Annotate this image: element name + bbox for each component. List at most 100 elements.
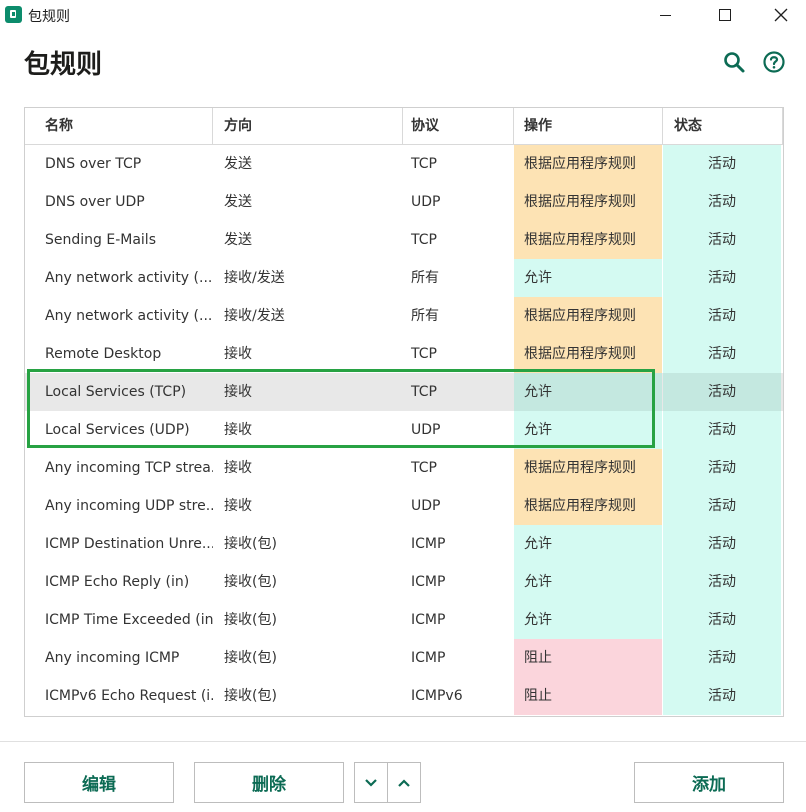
rule-name-cell: DNS over UDP xyxy=(45,194,145,210)
rule-name-cell: Any network activity (... xyxy=(45,270,213,286)
state-cell: 活动 xyxy=(663,525,781,563)
direction-cell: 发送 xyxy=(224,232,252,248)
table-header: 名称 方向 协议 操作 状态 xyxy=(25,108,783,145)
rule-name-cell: Any network activity (... xyxy=(45,308,213,324)
direction-cell: 接收(包) xyxy=(224,612,277,628)
table-row[interactable]: ICMPv6 Echo Request (i... 接收(包) ICMPv6 阻止 活动 xyxy=(25,677,783,715)
table-row[interactable]: Remote Desktop 接收 TCP 根据应用程序规则 活动 xyxy=(25,335,783,373)
action-cell: 允许 xyxy=(514,373,662,411)
protocol-cell: TCP xyxy=(411,156,437,172)
state-cell: 活动 xyxy=(663,601,781,639)
protocol-cell: UDP xyxy=(411,498,441,514)
protocol-cell: ICMP xyxy=(411,536,446,552)
table-row[interactable]: DNS over UDP 发送 UDP 根据应用程序规则 活动 xyxy=(25,183,783,221)
table-row[interactable]: Any network activity (... 接收/发送 所有 根据应用程序规则… xyxy=(25,297,783,335)
add-button[interactable]: 添加 xyxy=(634,762,784,803)
direction-cell: 接收(包) xyxy=(224,688,277,704)
protocol-cell: TCP xyxy=(411,232,437,248)
delete-button[interactable]: 删除 xyxy=(194,762,344,803)
rule-name-cell: Remote Desktop xyxy=(45,346,162,362)
rule-name-cell: Any incoming TCP strea... xyxy=(45,460,213,476)
search-icon xyxy=(724,52,745,73)
table-row[interactable]: ICMP Time Exceeded (in) 接收(包) ICMP 允许 活动 xyxy=(25,601,783,639)
action-cell: 允许 xyxy=(514,563,662,601)
column-header-state[interactable]: 状态 xyxy=(663,108,783,145)
direction-cell: 接收 xyxy=(224,498,252,514)
table-row[interactable]: Any incoming UDP stre... 接收 UDP 根据应用程序规则 活动 xyxy=(25,487,783,525)
column-header-name[interactable]: 名称 xyxy=(25,108,213,145)
packet-rules-table: 名称 方向 协议 操作 状态 DNS over TCP 发送 TCP 根据应用程序规则… xyxy=(24,107,784,717)
rule-name-cell: Local Services (TCP) xyxy=(45,384,187,400)
direction-cell: 接收 xyxy=(224,384,252,400)
protocol-cell: 所有 xyxy=(411,308,439,324)
state-cell: 活动 xyxy=(663,677,781,715)
page-title: 包规则 xyxy=(24,50,103,80)
action-cell: 阻止 xyxy=(514,677,662,715)
table-row[interactable]: ICMP Echo Reply (in) 接收(包) ICMP 允许 活动 xyxy=(25,563,783,601)
rule-name-cell: ICMP Time Exceeded (in) xyxy=(45,612,213,628)
close-button[interactable] xyxy=(758,0,804,30)
rule-name-cell: Any incoming ICMP xyxy=(45,650,180,666)
direction-cell: 接收/发送 xyxy=(224,308,285,324)
rule-name-cell: Local Services (UDP) xyxy=(45,422,190,438)
rule-name-cell: ICMPv6 Echo Request (i... xyxy=(45,688,213,704)
table-row[interactable]: DNS over TCP 发送 TCP 根据应用程序规则 活动 xyxy=(25,145,783,183)
direction-cell: 接收 xyxy=(224,460,252,476)
state-cell: 活动 xyxy=(663,563,781,601)
close-icon xyxy=(774,8,788,22)
state-cell: 活动 xyxy=(663,411,781,449)
action-cell: 根据应用程序规则 xyxy=(514,145,662,183)
state-cell: 活动 xyxy=(663,297,781,335)
direction-cell: 接收 xyxy=(224,422,252,438)
action-cell: 根据应用程序规则 xyxy=(514,297,662,335)
direction-cell: 接收/发送 xyxy=(224,270,285,286)
direction-cell: 发送 xyxy=(224,156,252,172)
app-logo-icon xyxy=(5,6,22,23)
column-header-protocol[interactable]: 协议 xyxy=(403,108,514,145)
search-button[interactable] xyxy=(722,50,746,74)
table-row[interactable]: Any network activity (... 接收/发送 所有 允许 活动 xyxy=(25,259,783,297)
table-row[interactable]: ICMP Destination Unre... 接收(包) ICMP 允许 活动 xyxy=(25,525,783,563)
protocol-cell: TCP xyxy=(411,346,437,362)
action-cell: 允许 xyxy=(514,259,662,297)
table-row[interactable]: Local Services (TCP) 接收 TCP 允许 活动 xyxy=(25,373,783,411)
table-row[interactable]: Any incoming ICMP 接收(包) ICMP 阻止 活动 xyxy=(25,639,783,677)
minimize-icon xyxy=(659,14,671,16)
help-button[interactable] xyxy=(762,50,786,74)
minimize-button[interactable] xyxy=(642,0,688,30)
column-header-direction[interactable]: 方向 xyxy=(213,108,403,145)
maximize-button[interactable] xyxy=(702,0,748,30)
state-cell: 活动 xyxy=(663,145,781,183)
table-row[interactable]: Any incoming TCP strea... 接收 TCP 根据应用程序规则 活动 xyxy=(25,449,783,487)
direction-cell: 接收(包) xyxy=(224,536,277,552)
direction-cell: 接收(包) xyxy=(224,650,277,666)
protocol-cell: TCP xyxy=(411,384,437,400)
state-cell: 活动 xyxy=(663,639,781,677)
state-cell: 活动 xyxy=(663,449,781,487)
action-cell: 根据应用程序规则 xyxy=(514,449,662,487)
title-bar: 包规则 xyxy=(0,0,806,30)
move-up-button[interactable] xyxy=(387,762,421,803)
help-icon xyxy=(763,51,785,73)
action-cell: 阻止 xyxy=(514,639,662,677)
protocol-cell: ICMP xyxy=(411,574,446,590)
edit-button[interactable]: 编辑 xyxy=(24,762,174,803)
rule-name-cell: ICMP Echo Reply (in) xyxy=(45,574,190,590)
protocol-cell: 所有 xyxy=(411,270,439,286)
action-cell: 允许 xyxy=(514,525,662,563)
state-cell: 活动 xyxy=(663,259,781,297)
protocol-cell: ICMP xyxy=(411,612,446,628)
action-cell: 允许 xyxy=(514,601,662,639)
direction-cell: 接收 xyxy=(224,346,252,362)
direction-cell: 接收(包) xyxy=(224,574,277,590)
maximize-icon xyxy=(719,9,731,21)
table-row[interactable]: Local Services (UDP) 接收 UDP 允许 活动 xyxy=(25,411,783,449)
column-header-action[interactable]: 操作 xyxy=(514,108,663,145)
protocol-cell: TCP xyxy=(411,460,437,476)
direction-cell: 发送 xyxy=(224,194,252,210)
table-row[interactable]: Sending E-Mails 发送 TCP 根据应用程序规则 活动 xyxy=(25,221,783,259)
state-cell: 活动 xyxy=(663,487,781,525)
state-cell: 活动 xyxy=(663,335,781,373)
action-cell: 根据应用程序规则 xyxy=(514,487,662,525)
move-down-button[interactable] xyxy=(354,762,388,803)
